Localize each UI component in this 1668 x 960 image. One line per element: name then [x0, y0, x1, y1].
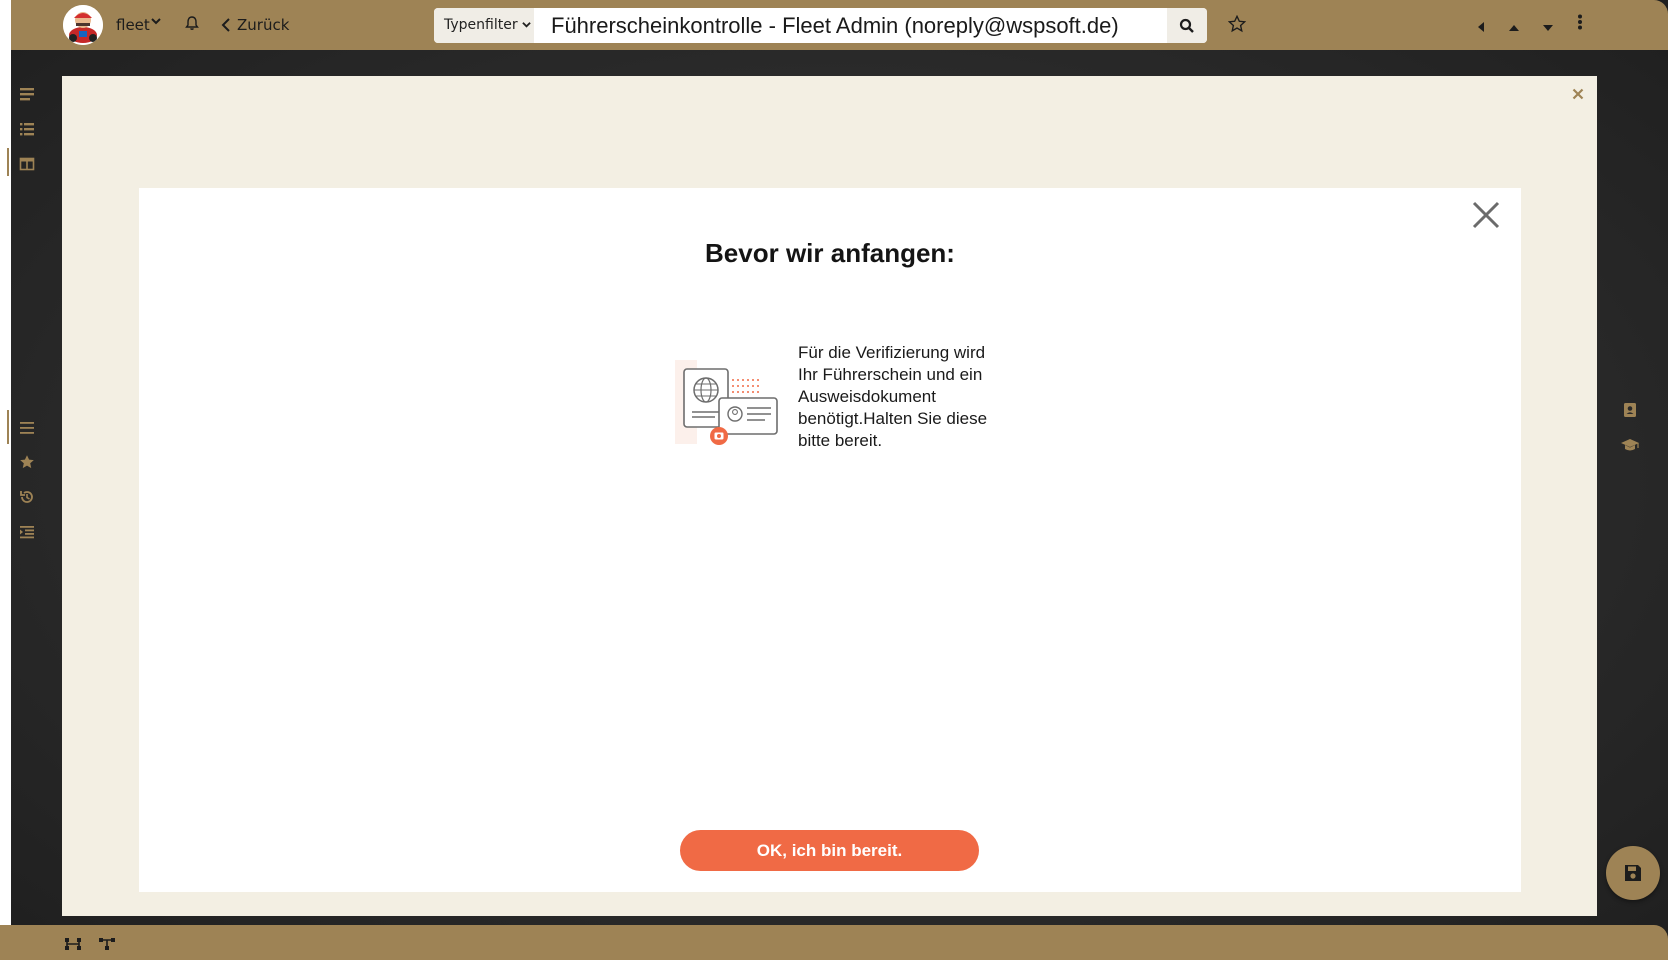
panel-close-icon[interactable]: [1572, 85, 1584, 104]
indent-list-icon[interactable]: [19, 524, 35, 540]
type-filter-label: Typenfilter: [444, 17, 518, 33]
avatar-image: [63, 5, 103, 45]
graduation-cap-icon[interactable]: [1620, 437, 1640, 456]
rail-active-indicator: [7, 148, 9, 176]
info-text: Für die Verifizierung wird Ihr Führersch…: [798, 343, 988, 450]
caret-up-icon[interactable]: [1509, 17, 1519, 36]
avatar[interactable]: [63, 5, 103, 45]
caret-left-icon[interactable]: [1477, 17, 1485, 36]
bell-icon[interactable]: [184, 15, 200, 35]
search-icon: [1179, 18, 1194, 33]
star-icon[interactable]: [19, 454, 35, 470]
save-button[interactable]: [1606, 846, 1660, 900]
favorite-star-icon[interactable]: [1227, 14, 1247, 37]
bottom-bar: [0, 925, 1668, 960]
hierarchy-icon[interactable]: [64, 936, 82, 955]
history-icon[interactable]: [19, 489, 35, 505]
chevron-down-icon[interactable]: [151, 15, 161, 29]
chevron-left-icon[interactable]: [221, 17, 231, 36]
top-bar: fleet Zurück Typenfilter: [11, 0, 1668, 50]
search-button[interactable]: [1167, 8, 1207, 43]
back-link[interactable]: Zurück: [237, 16, 289, 34]
window-edge: [0, 0, 11, 960]
brand-menu[interactable]: fleet: [116, 16, 150, 34]
lines-icon[interactable]: [19, 420, 35, 436]
search-bar: Typenfilter: [434, 8, 1207, 43]
ok-ready-button[interactable]: OK, ich bin bereit.: [680, 830, 979, 871]
chevron-down-icon: [522, 22, 531, 28]
type-filter-dropdown[interactable]: Typenfilter: [434, 8, 534, 43]
save-icon: [1625, 865, 1641, 881]
content-panel: Bevor wir anfangen: Für die Verifizierun…: [62, 76, 1597, 916]
list-icon[interactable]: [19, 121, 35, 137]
dialog-title: Bevor wir anfangen:: [705, 238, 955, 268]
close-icon[interactable]: [1471, 200, 1501, 230]
more-vertical-icon[interactable]: [1577, 14, 1583, 34]
address-book-icon[interactable]: [1623, 402, 1637, 422]
tree-icon[interactable]: [98, 936, 116, 955]
hamburger-icon[interactable]: [19, 86, 35, 102]
verification-dialog: Bevor wir anfangen: Für die Verifizierun…: [139, 188, 1521, 892]
id-document-illustration-icon: [675, 360, 778, 445]
search-input[interactable]: [551, 13, 1151, 39]
caret-down-icon[interactable]: [1543, 17, 1553, 36]
rail-active-indicator: [7, 410, 9, 444]
columns-icon[interactable]: [19, 156, 35, 172]
